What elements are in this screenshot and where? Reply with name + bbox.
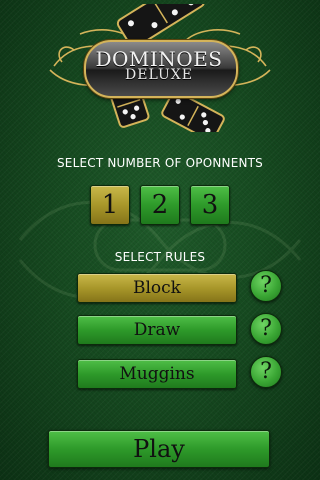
rule-draw-button[interactable]: Draw [77,315,237,345]
opponents-1-button[interactable]: 1 [90,185,130,225]
rule-block-button[interactable]: Block [77,273,237,303]
logo-subtitle: DELUXE [125,67,193,83]
muggins-help-button[interactable]: ? [250,356,282,388]
rule-muggins-button[interactable]: Muggins [77,359,237,389]
game-logo: DOMINOES DELUXE [40,4,280,132]
opponents-2-button[interactable]: 2 [140,185,180,225]
opponents-label: SELECT NUMBER OF OPONNENTS [56,156,264,170]
play-button[interactable]: Play [48,430,270,468]
draw-help-button[interactable]: ? [250,313,282,345]
opponents-3-button[interactable]: 3 [190,185,230,225]
rules-label: SELECT RULES [114,250,206,264]
block-help-button[interactable]: ? [250,270,282,302]
